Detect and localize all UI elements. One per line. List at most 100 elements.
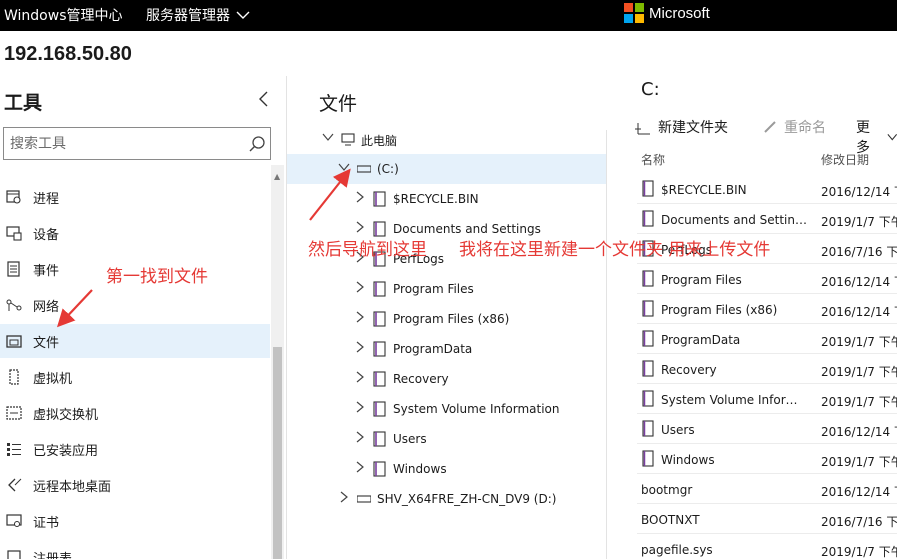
tree-item-folder[interactable]: Program Files [287,274,606,304]
tool-item-network[interactable]: 网络 [0,288,270,322]
folder-icon [373,401,386,417]
tree-item-folder[interactable]: Windows [287,454,606,484]
folder-icon [642,180,654,197]
tree-label: $RECYCLE.BIN [393,192,479,206]
folder-icon [642,330,654,347]
tool-item-vm[interactable]: 虚拟机 [0,360,270,394]
chevron-right-icon[interactable] [354,461,366,473]
tool-item-certificate[interactable]: 证书 [0,504,270,538]
chevron-right-icon[interactable] [338,491,350,503]
file-date: 2016/7/16 下午 [821,515,897,529]
new-folder-button[interactable]: 新建文件夹 [634,117,728,137]
scroll-up-icon[interactable]: ▲ [274,172,280,181]
vm-icon [9,369,19,385]
file-date: 2019/1/7 下午 [821,335,897,349]
search-tools-input[interactable] [10,134,230,154]
tool-item-label: 已安装应用 [33,443,99,459]
tools-scrollbar[interactable]: ▲ [271,165,284,559]
file-row[interactable]: $RECYCLE.BIN 2016/12/14 下午 [637,174,897,204]
tree-item-folder[interactable]: Users [287,424,606,454]
chevron-down-icon [236,11,250,19]
file-row[interactable]: Recovery 2019/1/7 下午 [637,354,897,384]
tool-item-vswitch[interactable]: 虚拟交换机 [0,396,270,430]
tool-item-apps[interactable]: 已安装应用 [0,432,270,466]
tree-label: Program Files [393,282,474,296]
file-row[interactable]: BOOTNXT 2016/7/16 下午 [637,504,897,534]
tree-item-folder[interactable]: $RECYCLE.BIN [287,184,606,214]
file-row[interactable]: System Volume Informati... 2019/1/7 下午 [637,384,897,414]
computer-icon [341,133,355,146]
folder-icon [642,270,654,287]
tree-label: Users [393,432,427,446]
remote-desktop-icon [8,478,22,492]
tree-item-folder[interactable]: Program Files (x86) [287,304,606,334]
chevron-down-icon[interactable] [322,131,334,143]
tree-item-drive-c[interactable]: (C:) [287,154,606,184]
tool-item-label: 远程本地桌面 [33,479,112,495]
file-row[interactable]: Program Files 2016/12/14 下午 [637,264,897,294]
file-row[interactable]: Users 2016/12/14 下午 [637,414,897,444]
file-row[interactable]: Windows 2019/1/7 下午 [637,444,897,474]
folder-icon [642,360,654,377]
tools-title: 工具 [4,92,43,114]
folder-icon [642,210,654,227]
collapse-tools-button[interactable] [256,88,272,110]
tree-item-folder[interactable]: Recovery [287,364,606,394]
file-name: ProgramData [661,333,741,347]
tree-item-folder[interactable]: ProgramData [287,334,606,364]
file-row[interactable]: bootmgr 2016/12/14 下午 [637,474,897,504]
tool-item-remote-desktop[interactable]: 远程本地桌面 [0,468,270,502]
server-manager-label: 服务器管理器 [146,8,230,24]
server-manager-dropdown[interactable]: 服务器管理器 [146,5,250,25]
rename-label: 重命名 [784,120,826,136]
files-title: 文件 [319,93,358,115]
file-date: 2019/1/7 下午 [821,545,897,559]
tool-item-devices[interactable]: 设备 [0,216,270,250]
vswitch-icon [6,406,22,420]
chevron-down-icon[interactable] [338,161,350,173]
file-name: Documents and Settings [661,213,807,227]
scrollbar-thumb[interactable] [273,347,282,559]
tree-item-this-pc[interactable]: 此电脑 [287,124,606,154]
chevron-right-icon[interactable] [354,311,366,323]
chevron-right-icon[interactable] [354,281,366,293]
folder-icon [642,300,654,317]
folder-icon [373,431,386,447]
app-title[interactable]: Windows管理中心 [4,5,123,25]
rename-button[interactable]: 重命名 [762,117,826,137]
file-date: 2019/1/7 下午 [821,365,897,379]
tool-item-label: 进程 [33,191,60,207]
tool-item-process[interactable]: 进程 [0,180,270,214]
column-header-name[interactable]: 名称 [641,151,665,168]
tool-item-registry[interactable]: 注册表 [0,540,270,559]
tool-item-files[interactable]: 文件 [0,324,270,358]
file-date: 2016/12/14 下午 [821,305,897,319]
devices-icon [6,226,22,241]
chevron-right-icon[interactable] [354,221,366,233]
file-name: Program Files (x86) [661,303,778,317]
folder-icon [373,311,386,327]
column-header-modified[interactable]: 修改日期 [821,151,869,168]
chevron-right-icon[interactable] [354,401,366,413]
chevron-right-icon[interactable] [354,341,366,353]
file-row[interactable]: Program Files (x86) 2016/12/14 下午 [637,294,897,324]
microsoft-wordmark: Microsoft [649,4,710,22]
tree-label: System Volume Information [393,402,560,416]
file-row[interactable]: ProgramData 2019/1/7 下午 [637,324,897,354]
chevron-right-icon[interactable] [354,371,366,383]
file-name: Windows [661,453,715,467]
folder-icon [373,341,386,357]
tool-item-label: 证书 [33,515,60,531]
search-icon[interactable] [248,135,266,153]
file-row[interactable]: Documents and Settings 2019/1/7 下午 [637,204,897,234]
tree-label: (C:) [377,162,399,176]
file-name: BOOTNXT [641,513,700,527]
tree-item-drive-d[interactable]: SHV_X64FRE_ZH-CN_DV9 (D:) [287,484,606,514]
tool-item-label: 文件 [33,335,60,351]
tree-item-folder[interactable]: System Volume Information [287,394,606,424]
file-date: 2016/7/16 下午 [821,245,897,259]
file-row[interactable]: pagefile.sys 2019/1/7 下午 [637,534,897,559]
chevron-right-icon[interactable] [354,431,366,443]
tree-label: ProgramData [393,342,473,356]
chevron-right-icon[interactable] [354,191,366,203]
